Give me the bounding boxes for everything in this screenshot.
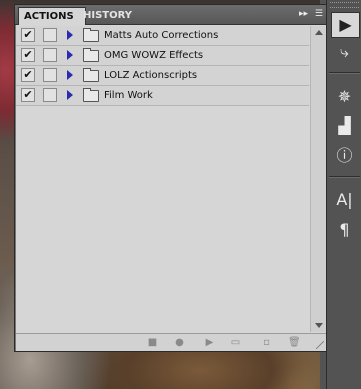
histogram-icon[interactable]: ▟ [331, 114, 358, 138]
panel-footer: ■ ● ▶ ▭ ▫ 🗑 [16, 333, 326, 351]
scroll-down-icon[interactable] [315, 323, 323, 328]
toggle-checkbox[interactable]: ✔ [21, 48, 35, 62]
dialog-toggle[interactable] [43, 88, 57, 102]
folder-icon [83, 88, 99, 102]
panel-menu[interactable]: ▸▸ ☰ [289, 8, 323, 21]
action-set-label: LOLZ Actionscripts [104, 70, 198, 81]
dock-separator [329, 72, 360, 74]
dialog-toggle[interactable] [43, 28, 57, 42]
navigator-icon[interactable]: ✵ [331, 85, 358, 109]
history-icon[interactable]: ⤷ [331, 40, 358, 64]
delete-icon[interactable]: 🗑 [288, 337, 301, 348]
action-set-label: Matts Auto Corrections [104, 30, 219, 41]
play-icon[interactable]: ▶ [204, 337, 215, 348]
info-icon[interactable]: ⓘ [331, 144, 358, 168]
expand-triangle-icon[interactable] [67, 50, 73, 60]
dialog-toggle[interactable] [43, 68, 57, 82]
dialog-toggle[interactable] [43, 48, 57, 62]
action-set-label: Film Work [104, 90, 153, 101]
expand-triangle-icon[interactable] [67, 90, 73, 100]
folder-icon [83, 48, 99, 62]
panel-tab-bar: ACTIONS HISTORY ▸▸ ☰ [15, 5, 327, 25]
collapse-icon[interactable]: ▸▸ [299, 9, 308, 19]
expand-triangle-icon[interactable] [67, 30, 73, 40]
record-icon[interactable]: ● [174, 337, 185, 348]
character-icon[interactable]: A| [331, 188, 358, 212]
new-action-icon[interactable]: ▫ [261, 337, 272, 348]
action-set-row[interactable]: ✔ LOLZ Actionscripts [16, 66, 309, 86]
vertical-scrollbar[interactable] [310, 26, 327, 332]
resize-grip-icon[interactable] [316, 341, 324, 349]
new-set-icon[interactable]: ▭ [230, 337, 241, 348]
toggle-checkbox[interactable]: ✔ [21, 68, 35, 82]
actions-icon[interactable]: ▶ [331, 12, 360, 38]
scroll-up-icon[interactable] [315, 30, 323, 35]
right-dock: ▶ ⤷ ✵ ▟ ⓘ A| ¶ [326, 0, 361, 389]
folder-icon [83, 28, 99, 42]
action-set-row[interactable]: ✔ Matts Auto Corrections [16, 26, 309, 46]
dock-separator [329, 176, 360, 178]
panel-menu-icon[interactable]: ☰ [315, 8, 323, 21]
action-set-row[interactable]: ✔ OMG WOWZ Effects [16, 46, 309, 66]
expand-triangle-icon[interactable] [67, 70, 73, 80]
folder-icon [83, 68, 99, 82]
actions-list: ✔ Matts Auto Corrections ✔ OMG WOWZ Effe… [16, 26, 309, 332]
paragraph-icon[interactable]: ¶ [331, 218, 358, 242]
action-set-row[interactable]: ✔ Film Work [16, 86, 309, 106]
tab-history[interactable]: HISTORY [78, 7, 137, 24]
toggle-checkbox[interactable]: ✔ [21, 88, 35, 102]
action-set-label: OMG WOWZ Effects [104, 50, 204, 61]
dock-grip[interactable] [330, 2, 359, 8]
tab-actions[interactable]: ACTIONS [18, 7, 86, 25]
actions-panel: ACTIONS HISTORY ▸▸ ☰ ✔ Matts Auto Correc… [14, 4, 328, 352]
stop-icon[interactable]: ■ [147, 337, 158, 348]
toggle-checkbox[interactable]: ✔ [21, 28, 35, 42]
